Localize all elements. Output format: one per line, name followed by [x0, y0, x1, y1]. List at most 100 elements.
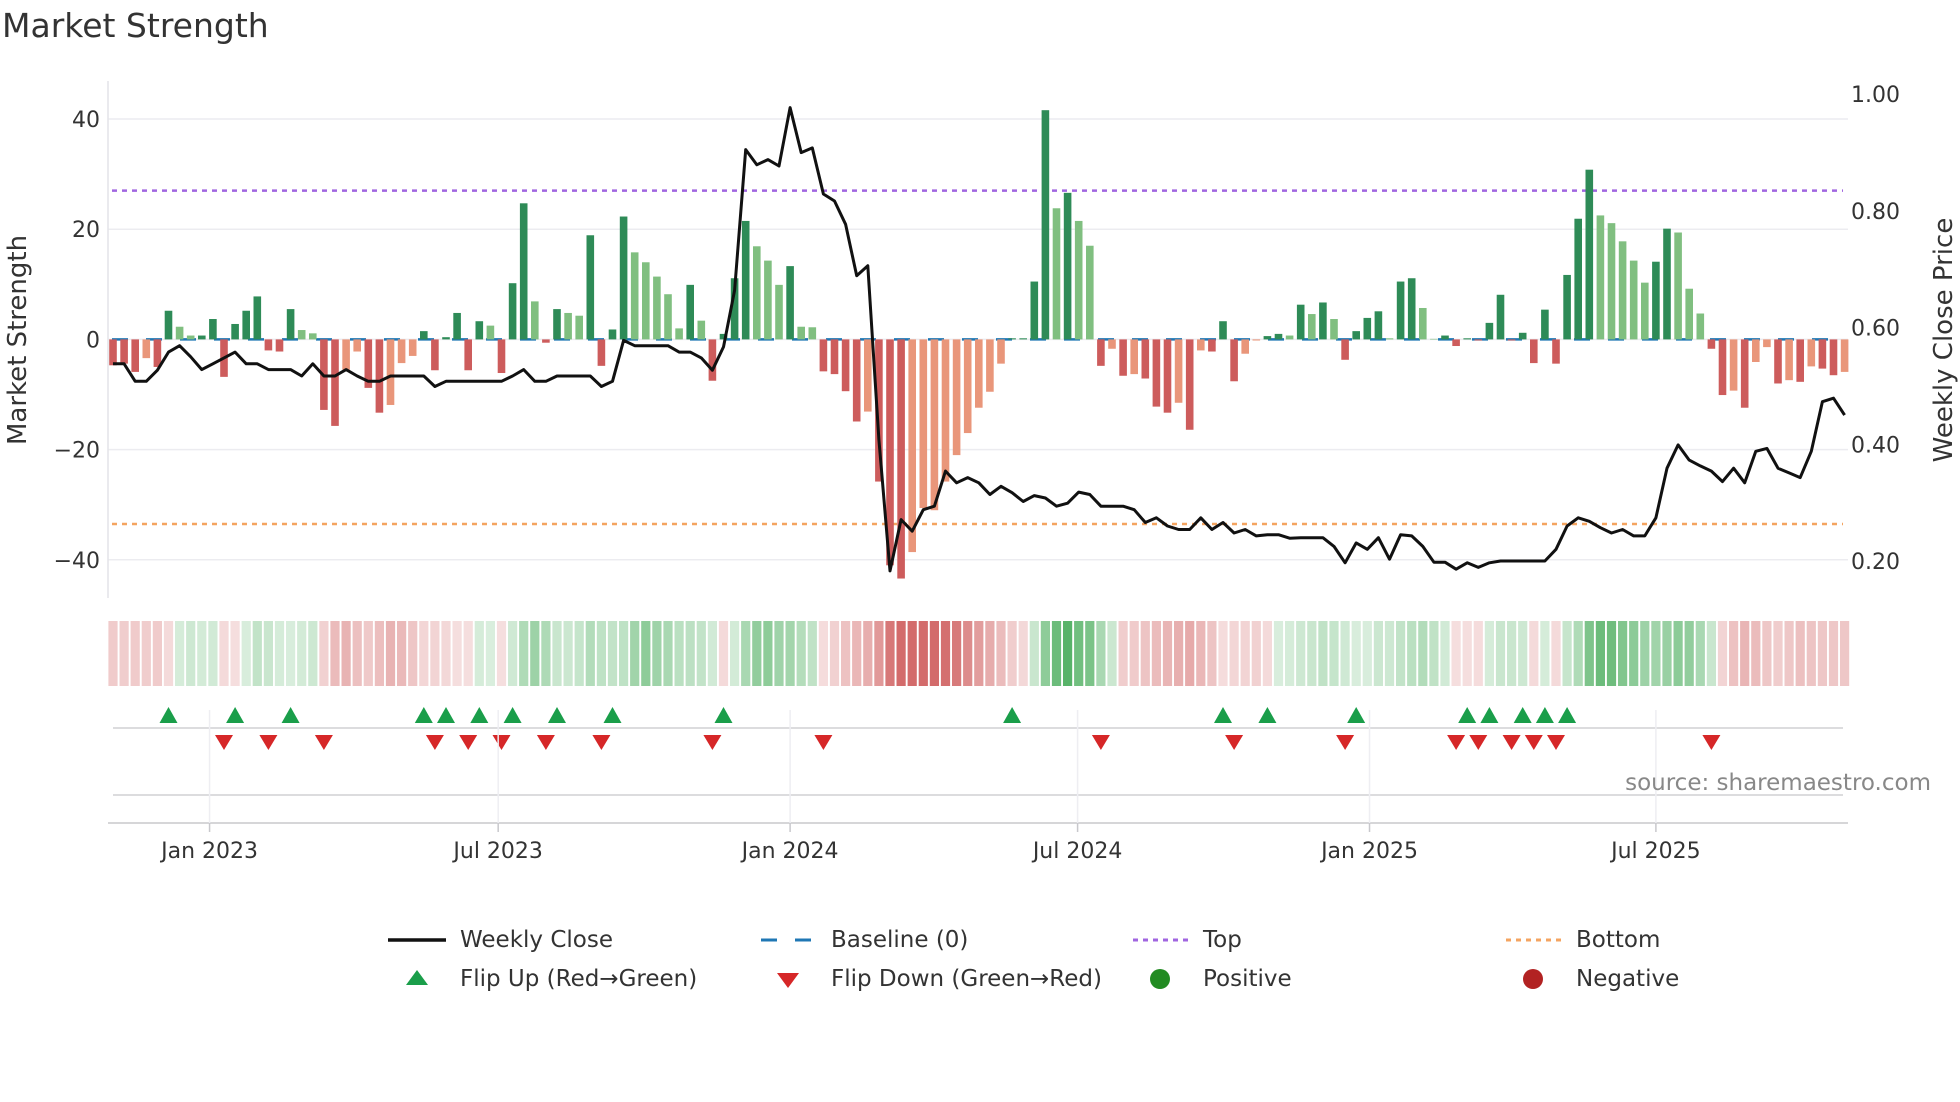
strength-bar: [431, 339, 439, 371]
flip-down-marker: [703, 735, 722, 750]
heat-cell: [1551, 621, 1561, 686]
heat-cell: [385, 621, 396, 686]
heat-cell: [408, 621, 418, 686]
heat-cell: [674, 621, 684, 686]
strength-bar: [1341, 339, 1349, 360]
strength-bar: [841, 339, 850, 392]
strength-bar: [1063, 192, 1072, 340]
heat-cell: [574, 621, 584, 686]
strength-bar: [830, 339, 839, 375]
heat-cell: [985, 621, 995, 686]
y-right-tick-label: 0.60: [1851, 317, 1900, 342]
heat-cell: [1262, 621, 1272, 686]
flip-down-marker: [592, 735, 611, 750]
strength-bar: [564, 312, 572, 340]
heat-cell: [963, 621, 973, 686]
heat-cell: [718, 621, 729, 686]
heat-cell: [552, 621, 562, 686]
heat-cell: [1573, 621, 1583, 686]
heat-cell: [297, 621, 307, 686]
flip-down-marker: [314, 735, 333, 750]
heat-cell: [796, 621, 806, 686]
heat-cell: [1340, 621, 1350, 686]
strength-bar: [353, 339, 361, 352]
strength-bar: [708, 339, 717, 381]
flip-down-marker: [1547, 735, 1565, 750]
y-right-tick-label: 1.00: [1851, 83, 1900, 108]
strength-bar: [1363, 317, 1372, 340]
heat-cell: [1429, 621, 1439, 686]
flip-up-marker: [503, 707, 522, 723]
strength-bar: [231, 323, 239, 340]
axes: 40 20 0 −20 −40 1.00 0.80 0.60 0.40 0.20 Jan 2023 J…: [54, 81, 1900, 864]
heat-cell: [1285, 621, 1295, 686]
strength-bar: [1541, 309, 1549, 340]
strength-bar: [1663, 228, 1671, 340]
strength-bar: [1252, 339, 1261, 341]
y-tick-label: 0: [86, 328, 100, 353]
heat-cell: [1307, 621, 1317, 686]
y-tick-label: 20: [72, 218, 100, 243]
strength-bar: [531, 301, 539, 340]
heat-cell: [1407, 621, 1417, 686]
strength-bar: [1641, 282, 1649, 340]
y-axis-label: Market Strength: [3, 235, 33, 445]
flip-up-marker: [1214, 707, 1232, 723]
strength-bar: [1419, 307, 1427, 340]
x-tick-label: Jul 2025: [1609, 839, 1701, 864]
heat-cell: [818, 621, 828, 686]
strength-bar: [653, 276, 661, 340]
strength-bar: [1185, 339, 1194, 430]
flip-up-marker: [281, 707, 300, 723]
heat-cell: [896, 621, 906, 686]
strength-heat-strip: [108, 621, 1850, 686]
strength-bar: [741, 220, 750, 340]
strength-bar: [1052, 208, 1061, 340]
strength-bar: [997, 339, 1005, 364]
heat-cell: [1451, 621, 1461, 686]
strength-bar: [1618, 241, 1627, 340]
heat-cell: [663, 621, 673, 686]
strength-bar: [1163, 339, 1172, 413]
heat-cell: [1562, 621, 1572, 686]
heat-cell: [1251, 621, 1261, 686]
strength-bar: [1796, 339, 1804, 382]
strength-bar: [186, 335, 195, 340]
strength-bar: [309, 333, 317, 340]
strength-bar: [1441, 335, 1449, 340]
strength-bar: [1396, 281, 1405, 340]
strength-bar: [1285, 335, 1294, 340]
heat-cell: [1018, 621, 1028, 686]
strength-bar: [864, 339, 872, 412]
strength-bar: [697, 320, 706, 340]
heat-cell: [341, 621, 351, 686]
strength-bar: [930, 339, 939, 511]
heat-cell: [1473, 621, 1483, 686]
heat-cell: [1029, 621, 1039, 686]
flip-up-marker: [159, 707, 178, 723]
heat-cell: [1529, 621, 1539, 686]
strength-bar: [1530, 339, 1538, 364]
heat-cell: [996, 621, 1006, 686]
strength-bar: [297, 330, 306, 340]
heat-cell: [1595, 621, 1605, 686]
heat-cell: [774, 621, 784, 686]
strength-bar: [1763, 339, 1771, 348]
strength-bar: [1652, 261, 1660, 340]
heat-cell: [263, 621, 273, 686]
strength-bar: [1574, 218, 1582, 340]
strength-bar: [1496, 294, 1505, 340]
flip-up-marker: [1347, 707, 1366, 723]
strength-bar: [1696, 313, 1705, 340]
strength-bar: [120, 339, 128, 364]
strength-bar: [1086, 245, 1094, 340]
heat-cell: [885, 621, 895, 686]
heat-cell: [807, 621, 817, 686]
heat-cell: [452, 621, 462, 686]
heat-cell: [841, 621, 851, 686]
heat-cell: [1462, 621, 1472, 686]
heat-cell: [1618, 621, 1628, 686]
strength-bar: [453, 312, 461, 340]
heat-cell: [652, 621, 662, 686]
heat-cell: [1051, 621, 1062, 686]
